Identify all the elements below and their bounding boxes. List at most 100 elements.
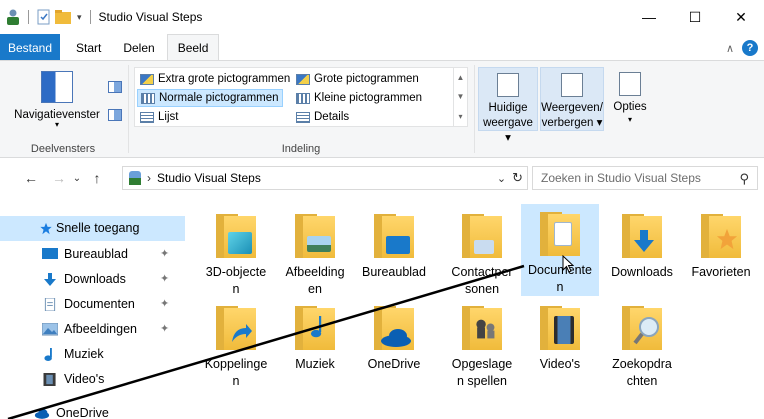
refresh-icon[interactable]: ↻: [512, 170, 523, 186]
app-user-icon[interactable]: [6, 9, 20, 25]
recent-locations-icon[interactable]: ⌄: [70, 173, 84, 184]
up-arrow-icon[interactable]: ↑: [86, 170, 108, 186]
folder-label: Koppelinge: [204, 357, 268, 371]
file-list: 3D-objecte n Afbeelding en Bureaublad Cont…: [185, 198, 764, 419]
scroll-down-icon[interactable]: ▼: [457, 92, 465, 101]
help-icon[interactable]: ?: [742, 40, 758, 56]
music-icon: [44, 348, 52, 361]
tab-delen[interactable]: Delen: [113, 34, 164, 61]
nav-item-music[interactable]: Muziek: [0, 342, 185, 367]
folder-label: Bureaublad: [362, 265, 426, 279]
preview-pane-icon[interactable]: [108, 81, 122, 93]
searches-folder-icon: [622, 306, 662, 350]
folder-pictures[interactable]: Afbeelding en: [276, 206, 354, 298]
nav-item-label: Muziek: [64, 347, 104, 361]
customize-toolbar-icon[interactable]: ▾: [77, 12, 82, 23]
nav-item-videos[interactable]: Video's: [0, 367, 185, 392]
group-divider: [474, 65, 475, 153]
folder-label: n: [232, 373, 240, 388]
layout-item-label: Normale pictogrammen: [159, 92, 279, 104]
folder-contacts[interactable]: Contactper sonen: [443, 206, 521, 298]
folder-label: n: [556, 279, 564, 294]
layout-list[interactable]: Lijst: [137, 108, 181, 126]
address-bar[interactable]: › Studio Visual Steps ⌄ ↻: [122, 166, 528, 190]
pin-icon[interactable]: ✦: [160, 272, 169, 285]
folder-searches[interactable]: Zoekopdra chten: [603, 298, 681, 390]
maximize-button[interactable]: ☐: [672, 0, 718, 34]
tab-bestand[interactable]: Bestand: [0, 34, 60, 61]
back-arrow-icon[interactable]: ←: [20, 170, 42, 186]
nav-item-label: Bureaublad: [64, 247, 128, 261]
folder-videos[interactable]: Video's: [521, 298, 599, 373]
folder-label: sonen: [464, 281, 500, 296]
nav-item-desktop[interactable]: Bureaublad ✦: [0, 242, 185, 267]
show-hide-label-2: verbergen ▾: [541, 116, 603, 129]
nav-item-label: Downloads: [64, 272, 126, 286]
folder-desktop[interactable]: Bureaublad: [355, 206, 433, 281]
folder-3d-objects[interactable]: 3D-objecte n: [197, 206, 275, 298]
breadcrumb-current[interactable]: Studio Visual Steps: [157, 171, 261, 185]
folder-documents[interactable]: Documente n: [521, 204, 599, 296]
options-button[interactable]: Opties ▾: [608, 67, 652, 131]
layout-medium-icons[interactable]: Normale pictogrammen: [137, 89, 283, 107]
details-pane-icon[interactable]: [108, 109, 122, 121]
nav-item-downloads[interactable]: Downloads ✦: [0, 267, 185, 292]
folder-downloads[interactable]: Downloads: [603, 206, 681, 281]
3d-objects-icon: [216, 214, 256, 258]
collapse-ribbon-icon[interactable]: ∧: [726, 42, 734, 55]
nav-item-label: Snelle toegang: [56, 221, 140, 235]
options-label: Opties: [613, 101, 647, 113]
nav-item-quick-access[interactable]: Snelle toegang: [0, 216, 185, 241]
tab-beeld[interactable]: Beeld: [166, 34, 220, 61]
nav-item-label: Documenten: [64, 297, 135, 311]
list-icon: [140, 111, 154, 123]
forward-arrow-icon[interactable]: →: [48, 170, 70, 186]
videos-folder-icon: [540, 306, 580, 350]
favorites-folder-icon: [701, 214, 741, 258]
nav-item-documents[interactable]: Documenten ✦: [0, 292, 185, 317]
nav-item-onedrive[interactable]: OneDrive: [0, 401, 185, 419]
folder-saved-games[interactable]: Opgeslage n spellen: [443, 298, 521, 390]
navigation-pane-button[interactable]: Navigatievenster ▾: [8, 67, 106, 129]
scroll-up-icon[interactable]: ▲: [457, 73, 465, 82]
navigation-pane-icon: [41, 71, 73, 103]
current-view-button[interactable]: Huidige weergave ▾: [478, 67, 538, 144]
pin-icon[interactable]: ✦: [160, 322, 169, 335]
picture-icon: [42, 323, 58, 336]
pin-icon[interactable]: ✦: [160, 297, 169, 310]
layout-small-icons[interactable]: Kleine pictogrammen: [293, 89, 425, 107]
layout-large-icons[interactable]: Grote pictogrammen: [293, 70, 422, 88]
properties-icon[interactable]: [37, 9, 51, 25]
folder-favorites[interactable]: Favorieten: [682, 206, 760, 281]
expand-gallery-icon[interactable]: ▾: [458, 112, 462, 121]
folder-label: Afbeelding: [285, 265, 345, 279]
nav-item-pictures[interactable]: Afbeeldingen ✦: [0, 317, 185, 342]
folder-label: Documente: [528, 263, 592, 277]
ribbon-body: Navigatievenster ▾ Deelvensters Indeling…: [0, 60, 764, 158]
layout-group-label: Indeling: [281, 143, 321, 155]
close-button[interactable]: ✕: [718, 0, 764, 34]
folder-onedrive[interactable]: OneDrive: [355, 298, 433, 373]
layout-extra-large-icons[interactable]: Extra grote pictogrammen: [137, 70, 293, 88]
folder-links[interactable]: Koppelinge n: [197, 298, 275, 390]
folder-label: n spellen: [456, 373, 508, 388]
details-icon: [296, 111, 310, 123]
new-folder-icon[interactable]: [55, 10, 71, 24]
minimize-button[interactable]: —: [626, 0, 672, 34]
layout-item-label: Details: [314, 111, 350, 123]
search-input[interactable]: Zoeken in Studio Visual Steps ⚲: [532, 166, 758, 190]
layout-gallery-scroll[interactable]: ▲ ▼ ▾: [453, 68, 467, 126]
folder-label: n: [232, 281, 240, 296]
quick-access-toolbar: ▾: [6, 9, 95, 25]
layout-details[interactable]: Details: [293, 108, 352, 126]
address-dropdown-icon[interactable]: ⌄: [497, 172, 506, 185]
tab-start[interactable]: Start: [66, 34, 111, 61]
pin-icon[interactable]: ✦: [160, 247, 169, 260]
medium-icons-icon: [141, 92, 155, 104]
breadcrumb-chevron-icon[interactable]: ›: [147, 171, 151, 185]
search-icon[interactable]: ⚲: [739, 171, 749, 187]
folder-label: OneDrive: [367, 357, 421, 371]
options-icon: [619, 72, 641, 96]
folder-music[interactable]: Muziek: [276, 298, 354, 373]
show-hide-button[interactable]: Weergeven/ verbergen ▾: [540, 67, 604, 131]
